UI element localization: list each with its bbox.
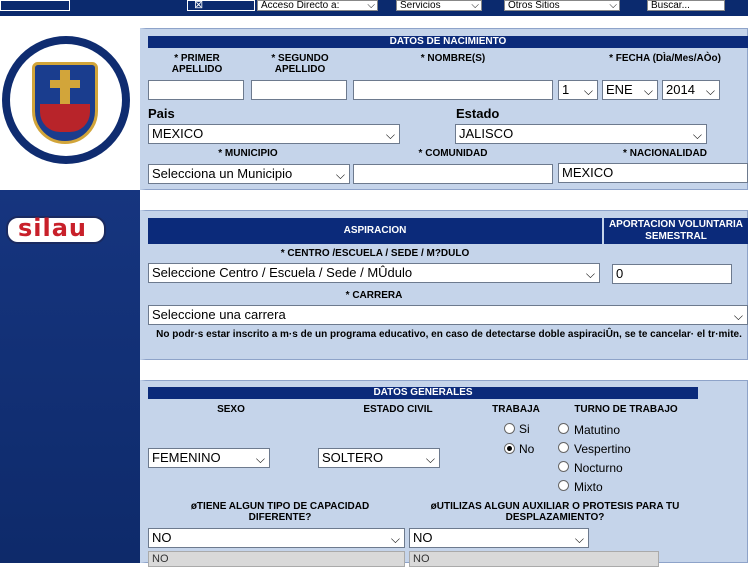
- trabaja-si-radio[interactable]: [504, 423, 515, 434]
- turno-nocturno-label: Nocturno: [574, 461, 623, 475]
- capacidad-detalle-field[interactable]: NO: [148, 551, 405, 567]
- nacimiento-header: DATOS DE NACIMIENTO: [148, 36, 748, 48]
- nombre-input[interactable]: [353, 80, 553, 100]
- cross-bar: [50, 80, 80, 88]
- trabaja-si-label: Si: [519, 422, 530, 436]
- fecha-label: * FECHA (DÌa/Mes/AÒo): [609, 53, 721, 64]
- search-input[interactable]: Buscar...: [647, 0, 725, 11]
- month-select[interactable]: ENE ⌵: [602, 80, 658, 100]
- trabaja-no-label: No: [519, 442, 535, 456]
- capacidad-label: øTIENE ALGUN TIPO DE CAPACIDAD DIFERENTE…: [190, 501, 370, 523]
- turno-nocturno-radio[interactable]: [558, 461, 569, 472]
- estado-label: Estado: [456, 106, 500, 121]
- comunidad-label: * COMUNIDAD: [418, 148, 488, 159]
- municipio-label: * MUNICIPIO: [218, 148, 278, 159]
- turno-vespertino-radio[interactable]: [558, 442, 569, 453]
- turno-matutino-radio[interactable]: [558, 423, 569, 434]
- servicios-select[interactable]: Servicios ⌵: [396, 0, 482, 11]
- day-select[interactable]: 1 ⌵: [558, 80, 598, 100]
- trabaja-no-radio[interactable]: [504, 443, 515, 454]
- doble-aspiracion-note: No podr·s estar inscrito a m·s de un pro…: [156, 329, 742, 340]
- silau-logo-text: silau: [18, 214, 88, 242]
- nombre-label: * NOMBRE(S): [420, 53, 486, 64]
- close-icon[interactable]: ⊠: [187, 0, 255, 11]
- pais-select[interactable]: MEXICO ⌵: [148, 124, 400, 144]
- carrera-select[interactable]: Seleccione una carrera ⌵: [148, 305, 748, 325]
- aportacion-header: APORTACION VOLUNTARIA SEMESTRAL: [604, 218, 748, 244]
- generales-header: DATOS GENERALES: [148, 387, 698, 399]
- sexo-select[interactable]: FEMENINO ⌵: [148, 448, 270, 468]
- estado-select[interactable]: JALISCO ⌵: [455, 124, 707, 144]
- primer-apellido-input[interactable]: [148, 80, 244, 100]
- nacionalidad-label: * NACIONALIDAD: [623, 148, 707, 159]
- turno-mixto-label: Mixto: [574, 480, 603, 494]
- segundo-apellido-input[interactable]: [251, 80, 347, 100]
- aportacion-input[interactable]: 0: [612, 264, 732, 284]
- estado-civil-label: ESTADO CIVIL: [363, 404, 433, 415]
- turno-matutino-label: Matutino: [574, 423, 621, 437]
- comunidad-input[interactable]: [353, 164, 553, 184]
- sidebar-background: [0, 190, 140, 563]
- auxiliar-select[interactable]: NO ⌵: [409, 528, 589, 548]
- top-left-box[interactable]: [0, 0, 70, 11]
- trabaja-label: TRABAJA: [492, 404, 540, 415]
- aspiracion-header: ASPIRACION: [148, 218, 602, 244]
- municipio-select[interactable]: Selecciona un Municipio ⌵: [148, 164, 350, 184]
- year-select[interactable]: 2014 ⌵: [662, 80, 720, 100]
- turno-vespertino-label: Vespertino: [574, 442, 631, 456]
- auxiliar-label: øUTILIZAS ALGUN AUXILIAR O PROTESIS PARA…: [430, 501, 680, 523]
- turno-label: TURNO DE TRABAJO: [574, 404, 678, 415]
- centro-label: * CENTRO /ESCUELA / SEDE / M?DULO: [280, 248, 470, 259]
- otros-sitios-select[interactable]: Otros Sitios ⌵: [504, 0, 620, 11]
- primer-apellido-label: * PRIMER APELLIDO: [171, 53, 223, 75]
- segundo-apellido-label: * SEGUNDO APELLIDO: [271, 53, 329, 75]
- pais-label: Pais: [148, 106, 175, 121]
- turno-mixto-radio[interactable]: [558, 480, 569, 491]
- nacionalidad-select[interactable]: MEXICO: [558, 163, 748, 183]
- auxiliar-detalle-field[interactable]: NO: [409, 551, 659, 567]
- capacidad-select[interactable]: NO ⌵: [148, 528, 405, 548]
- carrera-label: * CARRERA: [345, 290, 403, 301]
- centro-select[interactable]: Seleccione Centro / Escuela / Sede / MÛd…: [148, 263, 600, 283]
- estado-civil-select[interactable]: SOLTERO ⌵: [318, 448, 440, 468]
- acceso-directo-select[interactable]: Acceso Directo a: ⌵: [257, 0, 378, 11]
- sexo-label: SEXO: [217, 404, 245, 415]
